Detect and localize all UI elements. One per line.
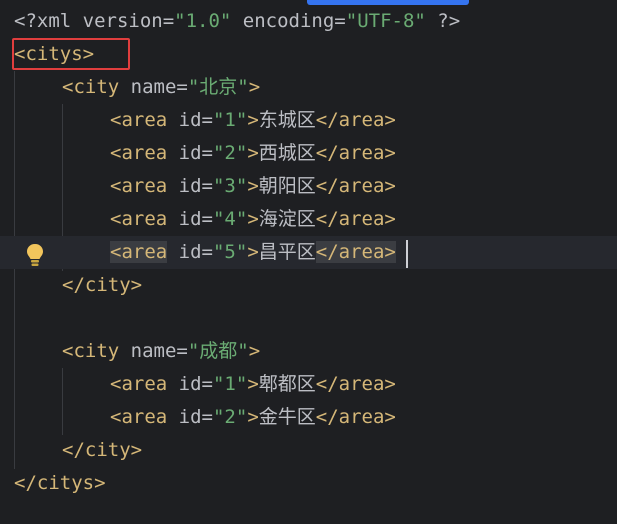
- code-token: 海淀区: [258, 208, 316, 230]
- code-token: </area>: [315, 175, 396, 197]
- code-token: =: [201, 406, 213, 428]
- code-line-content: <area id="1">郫都区</area>: [110, 368, 396, 401]
- code-line[interactable]: <area id="1">郫都区</area>: [0, 368, 617, 401]
- code-token: "成都": [187, 340, 249, 362]
- code-token: <area: [110, 373, 179, 395]
- code-token: 朝阳区: [258, 175, 316, 197]
- highlight-box: [12, 38, 130, 70]
- code-token: "5": [212, 241, 248, 263]
- code-line-content: <area id="5">昌平区</area>: [110, 236, 396, 269]
- code-token: "3": [212, 175, 248, 197]
- code-line-content: <area id="4">海淀区</area>: [110, 203, 396, 236]
- code-token: =: [176, 76, 188, 98]
- code-line-content: </city>: [62, 269, 142, 302]
- code-line[interactable]: <area id="4">海淀区</area>: [0, 203, 617, 236]
- code-token: >: [247, 373, 259, 395]
- code-token: <area: [110, 406, 179, 428]
- code-token: "2": [212, 406, 248, 428]
- code-token: </area>: [315, 241, 396, 263]
- code-line[interactable]: </city>: [0, 269, 617, 302]
- code-token: >: [247, 241, 259, 263]
- code-token: >: [247, 109, 259, 131]
- code-token: "1.0": [174, 10, 232, 32]
- code-line-content: <city name="成都">: [62, 335, 260, 368]
- code-line[interactable]: <city name="成都">: [0, 335, 617, 368]
- code-token: 东城区: [258, 109, 316, 131]
- code-token: </area>: [315, 373, 396, 395]
- code-token: =: [201, 175, 213, 197]
- code-token: =: [201, 373, 213, 395]
- code-token: id: [178, 109, 202, 131]
- code-token: <city: [62, 340, 131, 362]
- code-token: ?>: [425, 10, 461, 32]
- code-line-content: <area id="1">东城区</area>: [110, 104, 396, 137]
- code-token: =: [201, 241, 213, 263]
- code-token: name: [130, 76, 177, 98]
- code-token: <area: [110, 109, 179, 131]
- code-token: id: [178, 373, 202, 395]
- code-token: name: [130, 340, 177, 362]
- code-token: >: [247, 142, 259, 164]
- lightbulb-icon[interactable]: [24, 242, 46, 268]
- code-token: =: [201, 142, 213, 164]
- code-token: <area: [110, 208, 179, 230]
- code-token: <?xml version=: [14, 10, 175, 32]
- code-token: 西城区: [258, 142, 316, 164]
- code-line[interactable]: <?xml version="1.0" encoding="UTF-8" ?>: [0, 5, 617, 38]
- code-token: 昌平区: [258, 241, 316, 263]
- code-token: id: [178, 406, 202, 428]
- code-line[interactable]: [0, 302, 617, 335]
- code-token: <area: [110, 241, 168, 263]
- code-token: "1": [212, 373, 248, 395]
- code-line[interactable]: <city name="北京">: [0, 71, 617, 104]
- code-line[interactable]: <area id="3">朝阳区</area>: [0, 170, 617, 203]
- code-token: </area>: [315, 406, 396, 428]
- code-token: =: [201, 109, 213, 131]
- code-token: id: [178, 142, 202, 164]
- code-token: <area: [110, 142, 179, 164]
- code-token: "UTF-8": [345, 10, 426, 32]
- code-token: >: [247, 175, 259, 197]
- code-token: >: [248, 76, 261, 98]
- code-editor[interactable]: <?xml version="1.0" encoding="UTF-8" ?> <…: [0, 0, 617, 524]
- code-token: "1": [212, 109, 248, 131]
- code-token: 金牛区: [258, 406, 316, 428]
- code-line[interactable]: </citys>: [0, 467, 617, 500]
- code-line-content: </city>: [62, 434, 142, 467]
- code-line-content: <area id="2">金牛区</area>: [110, 401, 396, 434]
- code-token: encoding=: [231, 10, 346, 32]
- code-line[interactable]: <area id="2">西城区</area>: [0, 137, 617, 170]
- code-token: </area>: [315, 109, 396, 131]
- code-token: >: [247, 406, 259, 428]
- code-line-content: <area id="2">西城区</area>: [110, 137, 396, 170]
- code-token: 郫都区: [258, 373, 316, 395]
- code-token: "北京": [187, 76, 249, 98]
- code-line-content: <area id="3">朝阳区</area>: [110, 170, 396, 203]
- code-token: id: [178, 208, 202, 230]
- code-line[interactable]: <area id="1">东城区</area>: [0, 104, 617, 137]
- text-caret: [406, 240, 408, 268]
- code-line[interactable]: <area id="5">昌平区</area>: [0, 236, 617, 269]
- code-line-content: </citys>: [14, 467, 106, 500]
- code-line[interactable]: </city>: [0, 434, 617, 467]
- code-token: </area>: [315, 208, 396, 230]
- code-token: </area>: [315, 142, 396, 164]
- code-token: =: [176, 340, 188, 362]
- code-line-content: <?xml version="1.0" encoding="UTF-8" ?>: [14, 5, 460, 38]
- code-token: id: [178, 175, 202, 197]
- code-token: </city>: [62, 439, 143, 461]
- code-token: >: [248, 340, 261, 362]
- code-line-content: <city name="北京">: [62, 71, 260, 104]
- code-token: </citys>: [14, 472, 106, 494]
- code-token: "4": [212, 208, 248, 230]
- code-token: =: [201, 208, 213, 230]
- code-token: id: [167, 241, 202, 263]
- code-token: <area: [110, 175, 179, 197]
- code-token: </city>: [62, 274, 143, 296]
- code-token: "2": [212, 142, 248, 164]
- code-line[interactable]: <area id="2">金牛区</area>: [0, 401, 617, 434]
- code-token: <city: [62, 76, 131, 98]
- code-token: >: [247, 208, 259, 230]
